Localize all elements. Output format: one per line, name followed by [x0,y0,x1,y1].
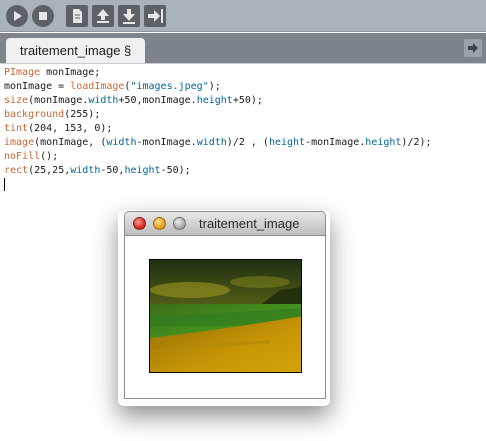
zoom-window-button[interactable] [173,217,186,230]
close-window-button[interactable] [133,217,146,230]
code-line: monImage = loadImage("images.jpeg"); [4,81,221,92]
arrow-right-icon [468,43,478,53]
run-button[interactable] [6,5,28,27]
save-button[interactable] [118,5,140,27]
play-icon [14,11,22,21]
sketch-window[interactable]: traitement_image [124,211,326,399]
open-button[interactable] [92,5,114,27]
code-text: PImage monImage; monImage = loadImage("im… [4,66,432,178]
code-line: noFill(); [4,151,59,162]
arrow-down-icon [123,9,135,24]
code-line: background(255); [4,109,101,120]
arrow-up-icon [97,9,109,23]
tab-label: traitement_image § [20,43,132,58]
code-line: image(monImage, (width-monImage.width)/2… [4,137,432,148]
export-button[interactable] [144,5,166,27]
stop-icon [39,12,47,20]
code-line: rect(25,25,width-50,height-50); [4,165,191,176]
minimize-window-button[interactable] [153,217,166,230]
code-line: tint(204, 153, 0); [4,123,113,134]
window-titlebar[interactable]: traitement_image [125,212,325,236]
text-caret [4,178,5,191]
code-line: PImage monImage; [4,67,101,78]
tinted-beach-image [149,259,302,373]
code-line: size(monImage.width+50,monImage.height+5… [4,95,263,106]
tab-bar: traitement_image § [0,33,486,63]
export-icon [148,9,163,23]
new-button[interactable] [66,5,88,27]
document-icon [73,9,82,23]
window-title: traitement_image [199,216,300,231]
tab-menu-button[interactable] [464,39,482,57]
stop-button[interactable] [32,5,54,27]
tab-traitement-image[interactable]: traitement_image § [6,38,146,63]
toolbar [0,0,486,32]
